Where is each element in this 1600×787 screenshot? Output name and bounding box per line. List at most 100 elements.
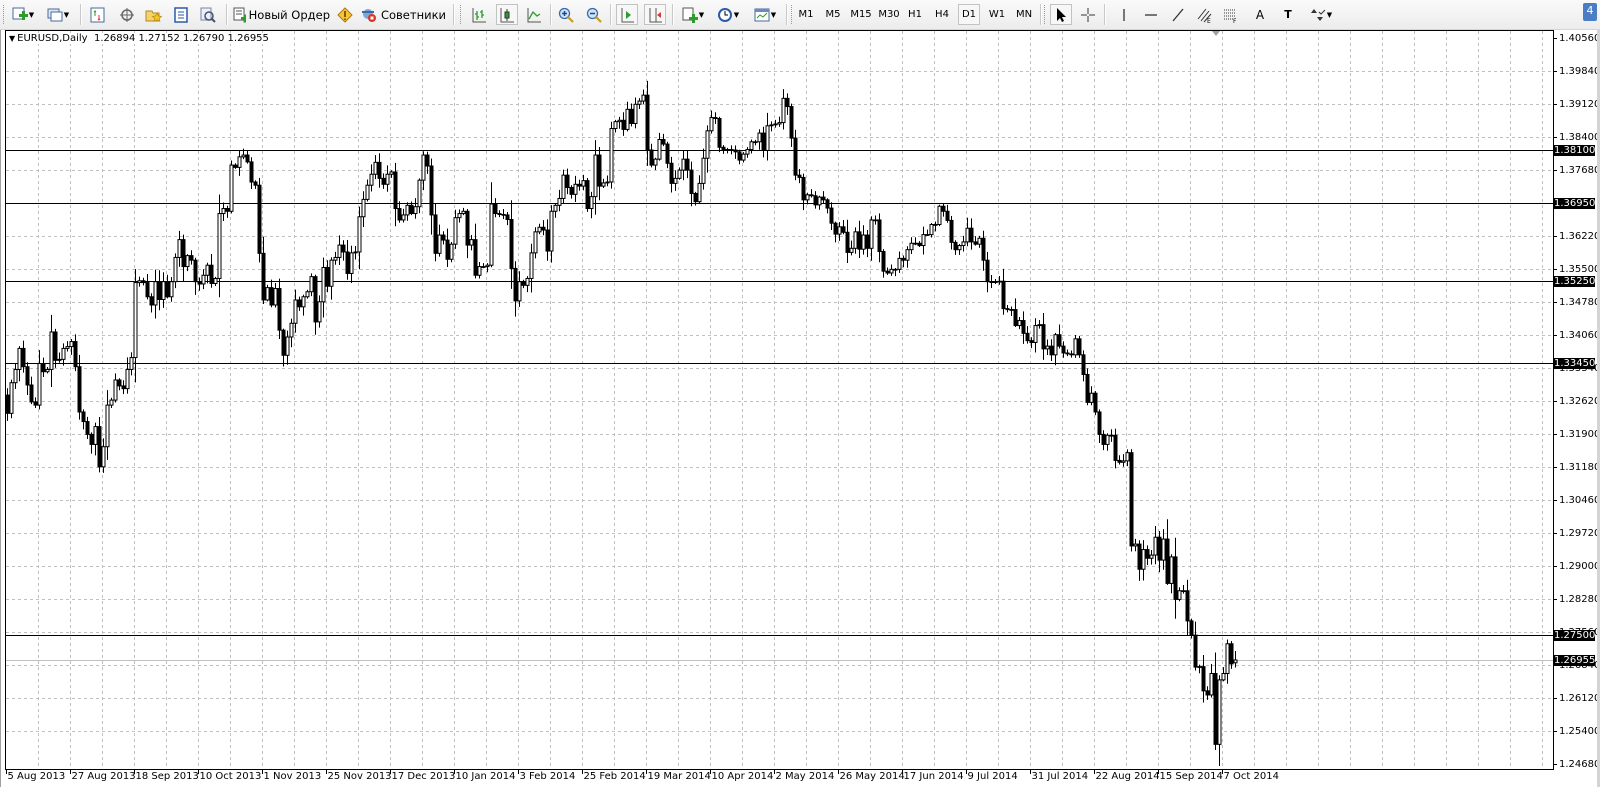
candle-bullish[interactable] — [365, 184, 370, 200]
candle-bearish[interactable] — [53, 331, 58, 361]
candle-bearish[interactable] — [501, 213, 506, 216]
candle-bullish[interactable] — [185, 255, 190, 268]
candle-bullish[interactable] — [1121, 460, 1126, 463]
candle-bullish[interactable] — [349, 252, 354, 274]
candle-bearish[interactable] — [985, 259, 990, 283]
candle-bullish[interactable] — [405, 204, 410, 216]
candle-bullish[interactable] — [93, 426, 98, 445]
candle-bullish[interactable] — [317, 301, 322, 323]
candle-bearish[interactable] — [565, 174, 570, 188]
candle-bearish[interactable] — [1189, 620, 1194, 636]
candle-bearish[interactable] — [377, 161, 382, 179]
candle-bullish[interactable] — [357, 216, 362, 253]
candlestick-chart-button[interactable] — [496, 4, 518, 25]
candle-bullish[interactable] — [237, 156, 242, 168]
chart-shift-button[interactable] — [616, 4, 638, 25]
candle-bullish[interactable] — [1105, 434, 1110, 445]
text-tool-button[interactable]: A — [1250, 4, 1270, 25]
candle-bearish[interactable] — [73, 341, 78, 368]
candle-bullish[interactable] — [61, 347, 66, 360]
timeframe-w1[interactable]: W1 — [988, 4, 1006, 25]
candle-bullish[interactable] — [913, 242, 918, 245]
candle-bearish[interactable] — [465, 210, 470, 246]
candle-bullish[interactable] — [817, 196, 822, 206]
candle-bullish[interactable] — [385, 173, 390, 185]
candle-bearish[interactable] — [885, 270, 890, 274]
candle-bearish[interactable] — [721, 146, 726, 151]
candle-bullish[interactable] — [869, 219, 874, 249]
candle-bullish[interactable] — [613, 121, 618, 130]
candle-bearish[interactable] — [973, 241, 978, 245]
toolbar-grip[interactable] — [1044, 5, 1047, 24]
candle-bearish[interactable] — [713, 117, 718, 119]
candle-bullish[interactable] — [657, 138, 662, 160]
vertical-line-tool-button[interactable] — [1114, 4, 1134, 25]
candle-bullish[interactable] — [449, 243, 454, 260]
candle-bullish[interactable] — [353, 251, 358, 254]
candle-bullish[interactable] — [741, 153, 746, 161]
candle-bullish[interactable] — [333, 256, 338, 261]
candle-bullish[interactable] — [697, 182, 702, 203]
candle-bullish[interactable] — [581, 180, 586, 187]
zoom-in-button[interactable] — [556, 4, 576, 25]
candle-bearish[interactable] — [521, 281, 526, 286]
candle-bearish[interactable] — [877, 219, 882, 253]
candle-bullish[interactable] — [677, 169, 682, 179]
candle-bullish[interactable] — [965, 227, 970, 243]
timeframe-h1[interactable]: H1 — [906, 4, 924, 25]
candle-bullish[interactable] — [113, 379, 118, 401]
candle-bearish[interactable] — [381, 177, 386, 185]
candle-bullish[interactable] — [273, 288, 278, 306]
candle-bullish[interactable] — [49, 331, 54, 370]
expert-advisors-button[interactable]: Советники — [360, 4, 446, 25]
candle-bearish[interactable] — [629, 108, 634, 124]
candle-bullish[interactable] — [1073, 338, 1078, 356]
candle-bullish[interactable] — [1053, 334, 1058, 356]
candle-bearish[interactable] — [345, 251, 350, 274]
candle-bearish[interactable] — [1097, 411, 1102, 435]
candle-bearish[interactable] — [441, 234, 446, 241]
candle-bullish[interactable] — [653, 158, 658, 166]
candle-bullish[interactable] — [1133, 543, 1138, 547]
candle-bearish[interactable] — [1137, 543, 1142, 570]
candle-bullish[interactable] — [293, 299, 298, 324]
candle-bearish[interactable] — [577, 183, 582, 187]
text-label-tool-button[interactable]: T — [1278, 4, 1298, 25]
candle-bullish[interactable] — [525, 277, 530, 286]
candle-bullish[interactable] — [1045, 345, 1050, 350]
candle-bullish[interactable] — [769, 124, 774, 127]
candle-bullish[interactable] — [905, 249, 910, 261]
auto-scroll-button[interactable] — [644, 4, 666, 25]
candle-bullish[interactable] — [37, 363, 42, 406]
candle-bullish[interactable] — [1197, 666, 1202, 668]
candle-bearish[interactable] — [245, 154, 250, 163]
candle-bearish[interactable] — [645, 94, 650, 151]
candle-bearish[interactable] — [809, 194, 814, 197]
candle-bearish[interactable] — [833, 222, 838, 235]
candle-bullish[interactable] — [1125, 452, 1130, 462]
candle-bullish[interactable] — [849, 247, 854, 253]
candle-bearish[interactable] — [225, 208, 230, 212]
candle-bearish[interactable] — [733, 149, 738, 153]
navigator-button[interactable] — [143, 4, 165, 25]
candle-bullish[interactable] — [437, 234, 442, 254]
candle-bearish[interactable] — [1145, 549, 1150, 559]
terminal-button[interactable] — [171, 4, 191, 25]
candle-bearish[interactable] — [717, 117, 722, 148]
candle-bullish[interactable] — [417, 179, 422, 208]
candle-bullish[interactable] — [101, 446, 106, 468]
candle-bearish[interactable] — [189, 255, 194, 261]
candle-bullish[interactable] — [1141, 549, 1146, 570]
candle-bullish[interactable] — [69, 341, 74, 348]
candle-bearish[interactable] — [33, 401, 38, 406]
candle-bullish[interactable] — [65, 346, 70, 349]
toolbar-grip[interactable] — [460, 5, 463, 24]
candle-bearish[interactable] — [597, 154, 602, 187]
candle-bullish[interactable] — [221, 208, 226, 215]
candle-bullish[interactable] — [745, 149, 750, 155]
candle-bearish[interactable] — [117, 379, 122, 387]
indicators-button[interactable]: ▼ — [678, 4, 708, 25]
candle-bearish[interactable] — [193, 259, 198, 283]
candle-bullish[interactable] — [921, 234, 926, 247]
candle-bearish[interactable] — [829, 207, 834, 224]
